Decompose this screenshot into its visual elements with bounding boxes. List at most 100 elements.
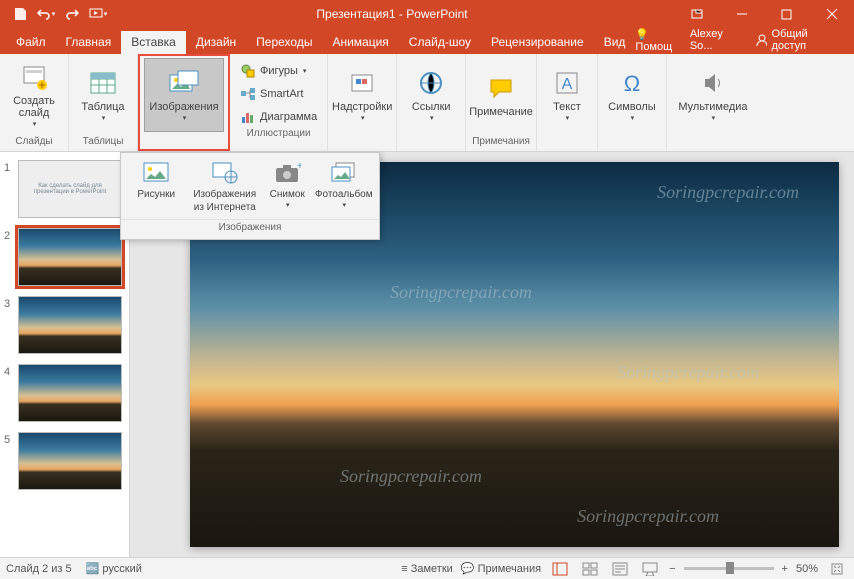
reading-view-icon [612, 562, 628, 576]
share-icon [755, 33, 768, 47]
group-symbols: Ω Символы▾ [598, 54, 667, 151]
group-slides: Создать слайд▾ Слайды [0, 54, 69, 151]
save-icon [13, 7, 27, 21]
close-button[interactable] [809, 0, 854, 28]
chart-button[interactable]: Диаграмма [236, 106, 321, 128]
minimize-icon [736, 8, 748, 20]
group-comments: Примечание Примечания [466, 54, 537, 151]
online-pictures-button[interactable]: Изображенияиз Интернета [189, 159, 261, 217]
links-button[interactable]: Ссылки▾ [403, 58, 459, 132]
zoom-slider[interactable] [684, 567, 774, 570]
tab-slideshow[interactable]: Слайд-шоу [399, 31, 481, 54]
picture-icon [142, 159, 170, 187]
thumb-1[interactable]: 1Как сделать слайд для презентации в Pow… [4, 160, 125, 218]
group-illustrations: Фигуры ▾ SmartArt Диаграмма Иллюстрации [230, 54, 328, 151]
addins-icon [346, 67, 378, 99]
redo-icon [65, 7, 79, 21]
thumb-5[interactable]: 5 [4, 432, 125, 490]
slideshow-view-button[interactable] [639, 560, 661, 578]
quick-access-toolbar: ▾ ▾ [0, 2, 110, 26]
group-media: Мультимедиа▾ [667, 54, 759, 151]
comments-button[interactable]: 💬 Примечания [461, 562, 541, 575]
slide-counter[interactable]: Слайд 2 из 5 [6, 563, 72, 575]
symbols-button[interactable]: Ω Символы▾ [604, 58, 660, 132]
speaker-icon [697, 67, 729, 99]
media-button[interactable]: Мультимедиа▾ [673, 58, 753, 132]
smartart-icon [240, 86, 256, 102]
shapes-button[interactable]: Фигуры ▾ [236, 60, 321, 82]
zoom-level[interactable]: 50% [796, 563, 818, 575]
group-tables: Таблица▾ Таблицы [69, 54, 138, 151]
normal-view-button[interactable] [549, 560, 571, 578]
minimize-button[interactable] [719, 0, 764, 28]
images-dropdown-panel: Рисунки Изображенияиз Интернета + Снимок… [120, 152, 380, 240]
sorter-view-button[interactable] [579, 560, 601, 578]
online-picture-icon [211, 159, 239, 187]
album-icon [330, 159, 358, 187]
ribbon-display-icon [690, 7, 704, 21]
group-images-highlighted: Изображения▾ [138, 54, 230, 151]
normal-view-icon [552, 562, 568, 576]
window-title: Презентация1 - PowerPoint [110, 7, 674, 21]
fit-icon [830, 562, 844, 576]
notes-button[interactable]: ≡ Заметки [401, 563, 453, 575]
tab-home[interactable]: Главная [56, 31, 122, 54]
svg-text:A: A [562, 76, 573, 93]
svg-text:+: + [297, 161, 301, 172]
zoom-in-button[interactable]: + [782, 563, 788, 575]
maximize-button[interactable] [764, 0, 809, 28]
screenshot-button[interactable]: + Снимок▾ [263, 159, 311, 217]
tell-me[interactable]: 💡 Помощ [635, 28, 683, 53]
ribbon-options-button[interactable] [674, 0, 719, 28]
thumb-2[interactable]: 2 [4, 228, 125, 286]
reading-view-button[interactable] [609, 560, 631, 578]
group-addins: Надстройки▾ [328, 54, 397, 151]
fit-window-button[interactable] [826, 560, 848, 578]
addins-button[interactable]: Надстройки▾ [334, 58, 390, 132]
photo-album-button[interactable]: Фотоальбом▾ [314, 159, 374, 217]
thumb-3[interactable]: 3 [4, 296, 125, 354]
new-slide-button[interactable]: Создать слайд▾ [6, 58, 62, 132]
chart-icon [240, 109, 256, 125]
statusbar: Слайд 2 из 5 🔤 русский ≡ Заметки 💬 Приме… [0, 557, 854, 579]
thumb-4[interactable]: 4 [4, 364, 125, 422]
ribbon-tabs: Файл Главная Вставка Дизайн Переходы Ани… [0, 28, 854, 54]
text-button[interactable]: A Текст▾ [543, 58, 591, 132]
pictures-button[interactable]: Рисунки [126, 159, 186, 217]
shapes-icon [240, 63, 256, 79]
tab-view[interactable]: Вид [594, 31, 636, 54]
group-links: Ссылки▾ [397, 54, 466, 151]
images-button[interactable]: Изображения▾ [144, 58, 224, 132]
tab-insert[interactable]: Вставка [121, 31, 186, 54]
camera-icon: + [273, 159, 301, 187]
images-icon [168, 67, 200, 99]
user-name[interactable]: Alexey So... [690, 28, 743, 52]
share-button[interactable]: Общий доступ [749, 26, 844, 54]
close-icon [826, 8, 838, 20]
slide-thumbnails-panel[interactable]: 1Как сделать слайд для презентации в Pow… [0, 152, 130, 557]
presentation-icon [89, 7, 103, 21]
table-button[interactable]: Таблица▾ [75, 58, 131, 132]
group-text: A Текст▾ [537, 54, 598, 151]
zoom-out-button[interactable]: − [669, 563, 675, 575]
tab-transitions[interactable]: Переходы [246, 31, 322, 54]
new-slide-icon [18, 61, 50, 93]
text-icon: A [551, 67, 583, 99]
save-button[interactable] [8, 2, 32, 26]
language-indicator[interactable]: 🔤 русский [86, 562, 142, 575]
undo-button[interactable]: ▾ [34, 2, 58, 26]
tab-file[interactable]: Файл [6, 31, 56, 54]
tab-review[interactable]: Рецензирование [481, 31, 594, 54]
table-icon [87, 67, 119, 99]
comment-button[interactable]: Примечание [473, 58, 529, 132]
ribbon: Создать слайд▾ Слайды Таблица▾ Таблицы И… [0, 54, 854, 152]
slideshow-view-icon [642, 562, 658, 576]
sorter-view-icon [582, 562, 598, 576]
redo-button[interactable] [60, 2, 84, 26]
comment-icon [485, 72, 517, 104]
smartart-button[interactable]: SmartArt [236, 83, 321, 105]
start-slideshow-button[interactable]: ▾ [86, 2, 110, 26]
tab-design[interactable]: Дизайн [186, 31, 246, 54]
tab-animation[interactable]: Анимация [322, 31, 398, 54]
undo-icon [37, 7, 51, 21]
